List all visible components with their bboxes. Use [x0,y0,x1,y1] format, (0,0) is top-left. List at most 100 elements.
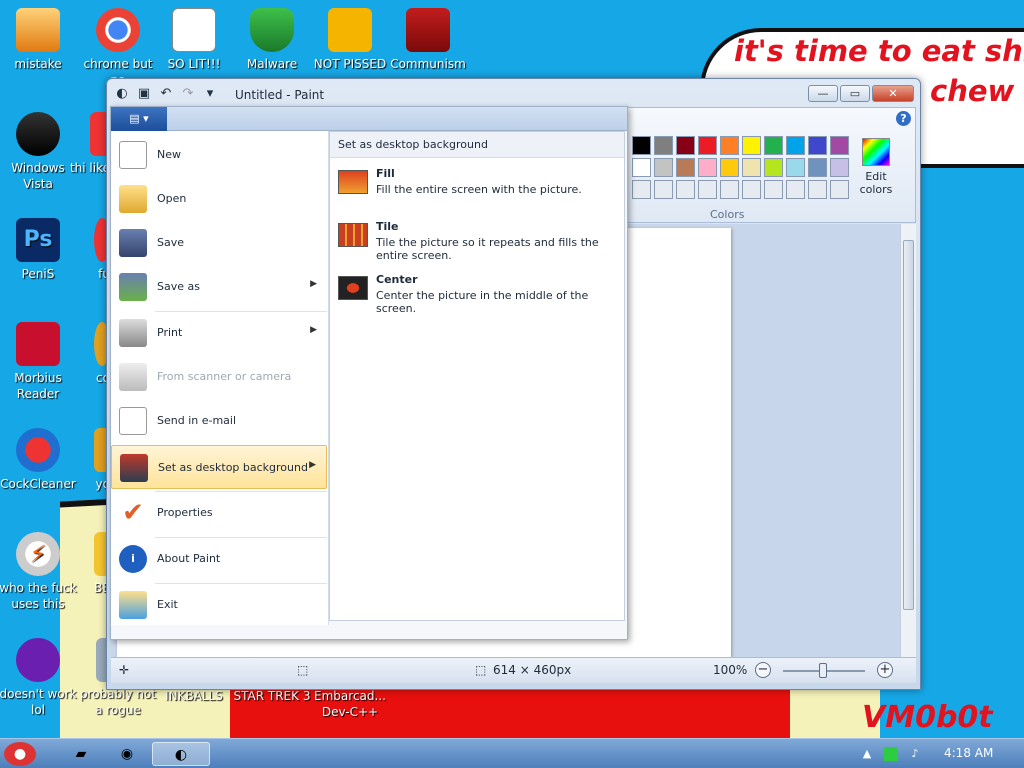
color-swatch[interactable] [676,180,695,199]
color-swatch[interactable] [632,180,651,199]
taskbar-chrome[interactable]: ◉ [110,742,144,766]
menu-icon: ▤ ▾ [129,112,149,125]
option-tile[interactable]: Tile Tile the picture so it repeats and … [330,215,624,265]
color-swatch[interactable] [654,180,673,199]
color-swatch[interactable] [808,158,827,177]
canvas-dimensions: 614 × 460px [493,663,572,677]
color-swatch[interactable] [786,136,805,155]
start-icon: ● [13,746,27,762]
save-icon[interactable]: ▣ [135,85,153,103]
option-fill[interactable]: Fill Fill the entire screen with the pic… [330,162,624,212]
color-swatch[interactable] [830,180,849,199]
cleaner-icon [16,428,60,472]
customize-toolbar-icon[interactable]: ▾ [201,85,219,103]
color-swatch[interactable] [764,158,783,177]
menu-item-save-as[interactable]: Save as ▶ [111,265,327,309]
color-swatch[interactable] [676,136,695,155]
cursor-position-icon: ✛ [119,663,130,677]
tray-expand-icon[interactable]: ▲ [860,747,874,761]
action-center-icon[interactable] [884,747,898,761]
color-palette [632,136,852,199]
color-swatch[interactable] [742,158,761,177]
color-swatch[interactable] [764,136,783,155]
start-button[interactable]: ● [4,742,36,766]
desktop-icon-yo[interactable]: yo [60,428,110,492]
menu-item-about-paint[interactable]: i About Paint [111,537,327,581]
color-swatch[interactable] [698,158,717,177]
desktop-icon-thi[interactable]: thi like [60,112,110,176]
edit-colors-button[interactable]: Edit colors [854,138,898,196]
trash-icon [16,112,60,156]
color-swatch[interactable] [720,158,739,177]
option-center[interactable]: Center Center the picture in the middle … [330,268,624,318]
menu-item-new[interactable]: New [111,133,327,177]
color-swatch[interactable] [808,180,827,199]
menu-item-set-desktop-background[interactable]: Set as desktop background ▶ [111,445,327,489]
color-swatch[interactable] [764,180,783,199]
color-swatch[interactable] [632,136,651,155]
color-swatch[interactable] [676,158,695,177]
menu-item-send-email[interactable]: Send in e-mail [111,399,327,443]
desktop-icon-chrome[interactable]: chrome but no [78,8,158,88]
taskbar-clock[interactable]: 4:18 AM [944,746,993,760]
help-icon[interactable]: ? [896,111,911,126]
scrollbar-thumb[interactable] [903,240,914,610]
color-spectrum-icon [862,138,890,166]
color-swatch[interactable] [720,180,739,199]
color-swatch[interactable] [786,158,805,177]
zoom-in-button[interactable]: + [877,662,893,678]
desktop-icon-so-lit[interactable]: SO LIT!!! [154,8,234,72]
desktop-icon-malware[interactable]: Malware [232,8,312,72]
desktop-icon-not-pissed[interactable]: NOT PISSED [310,8,390,72]
menu-item-open[interactable]: Open [111,177,327,221]
desktop-icon-dev-cpp[interactable]: Embarcad... Dev-C++ [310,688,390,720]
color-swatch[interactable] [632,158,651,177]
desktop-icon-be[interactable]: BE [60,532,110,596]
desktop-icon-fu[interactable]: fu [60,218,110,282]
menu-item-properties[interactable]: ✔ Properties [111,491,327,535]
option-description: Fill the entire screen with the picture. [376,183,582,196]
file-menu-tab[interactable]: ▤ ▾ [111,107,167,131]
canvas-size-icon: ⬚ [475,663,487,677]
taskbar-explorer[interactable]: ▰ [64,742,98,766]
menu-item-save[interactable]: Save [111,221,327,265]
file-menu: ▤ ▾ New Open Save Save as ▶ Print ▶ From s… [110,106,628,640]
maximize-button[interactable]: ▭ [840,85,870,102]
color-swatch[interactable] [654,136,673,155]
menu-item-print[interactable]: Print ▶ [111,311,327,355]
volume-icon[interactable]: ♪ [908,747,922,761]
desktop-icon-doesnt-work[interactable]: doesn't work lol [0,638,78,718]
desktop-icon-mistake[interactable]: mistake [0,8,78,72]
zoom-out-button[interactable]: − [755,662,771,678]
desktop-icon-star-trek-3[interactable]: STAR TREK 3 [232,688,312,704]
folder-icon: ▰ [75,746,87,762]
color-swatch[interactable] [698,136,717,155]
desktop-icon-co[interactable]: co [60,322,110,386]
color-swatch[interactable] [786,180,805,199]
chrome-icon: ◉ [120,746,134,762]
menu-item-exit[interactable]: Exit [111,583,327,627]
floppy-disk-icon [119,229,147,257]
zoom-slider-thumb[interactable] [819,663,827,678]
title-bar[interactable]: ◐ ▣ ↶ ↷ ▾ Untitled - Paint — ▭ ✕ [107,79,920,109]
tile-icon [338,223,368,247]
desktop-icon-inkballs[interactable]: INKBALLS [154,688,234,704]
taskbar-paint[interactable]: ◐ [152,742,210,766]
paint-app-icon[interactable]: ◐ [113,85,131,103]
color-swatch[interactable] [742,136,761,155]
minimize-button[interactable]: — [808,85,838,102]
color-swatch[interactable] [720,136,739,155]
vertical-scrollbar[interactable] [900,224,916,657]
desktop-icon-communism[interactable]: Communism [388,8,468,72]
color-swatch[interactable] [830,158,849,177]
color-swatch[interactable] [654,158,673,177]
emblem-icon [406,8,450,52]
color-swatch[interactable] [698,180,717,199]
folder-icon [16,8,60,52]
close-button[interactable]: ✕ [872,85,914,102]
color-swatch[interactable] [830,136,849,155]
undo-icon[interactable]: ↶ [157,85,175,103]
color-swatch[interactable] [742,180,761,199]
redo-icon[interactable]: ↷ [179,85,197,103]
color-swatch[interactable] [808,136,827,155]
